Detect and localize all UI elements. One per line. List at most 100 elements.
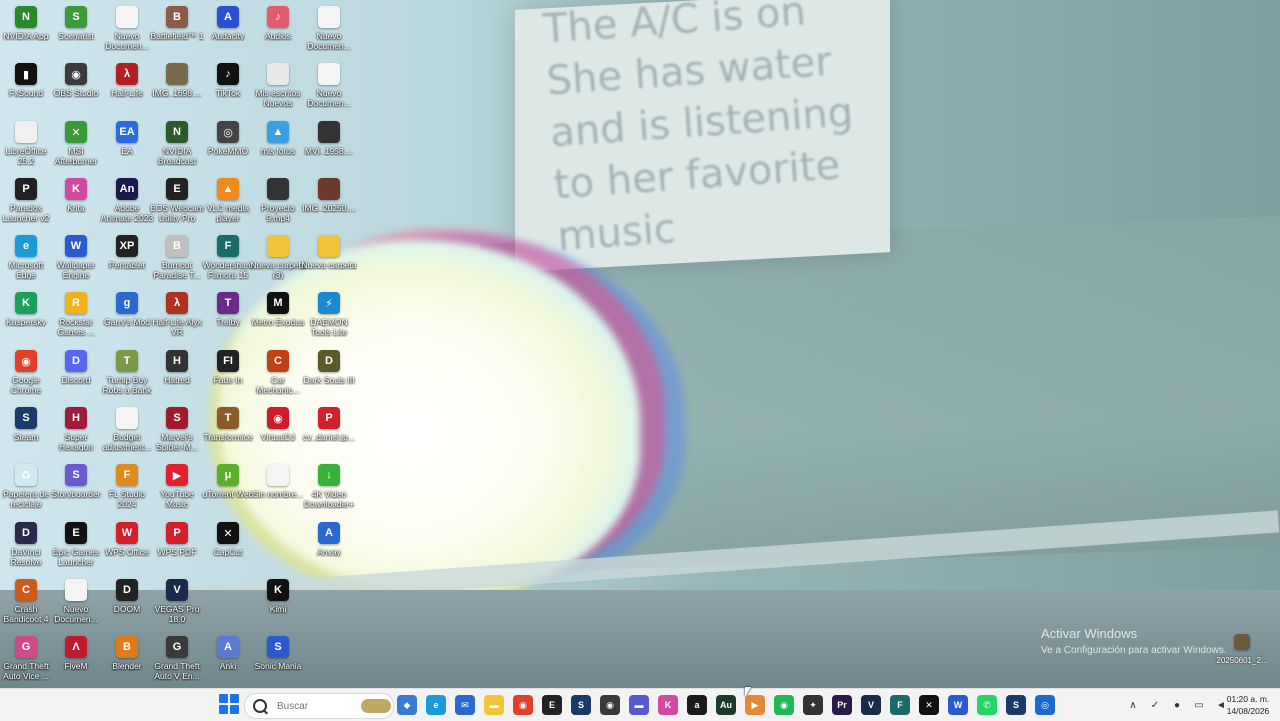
- desktop-icon[interactable]: P Paradox Launcher v2: [0, 174, 52, 230]
- search-input[interactable]: [275, 699, 359, 713]
- desktop-icon[interactable]: ✕ CapCut: [202, 518, 254, 574]
- desktop-icon[interactable]: S Storyboarder: [50, 460, 102, 516]
- capcut-icon[interactable]: ✕: [919, 695, 939, 715]
- desktop-icon[interactable]: ▲ mis fotos: [252, 117, 304, 173]
- globe-icon[interactable]: ◎: [1035, 695, 1055, 715]
- desktop-icon[interactable]: Proyecto 9.mp4: [252, 174, 304, 230]
- audition-icon[interactable]: Au: [716, 695, 736, 715]
- desktop-icon[interactable]: ♪ Audios: [252, 2, 304, 58]
- desktop-icon[interactable]: g Garry's Mod: [101, 288, 153, 344]
- desktop-icon[interactable]: Nuevo Documen...: [303, 2, 355, 58]
- filmora-icon[interactable]: F: [890, 695, 910, 715]
- taskbar-search[interactable]: [244, 693, 394, 719]
- desktop-icon[interactable]: A Audacity: [202, 2, 254, 58]
- desktop-icon[interactable]: N NVIDIA Broadcast: [151, 117, 203, 173]
- desktop-icon[interactable]: ↓ 4K Video Downloader+: [303, 460, 355, 516]
- desktop-icon[interactable]: Mis escritos Nuevos: [252, 59, 304, 115]
- desktop-icon[interactable]: T Transformice: [202, 403, 254, 459]
- desktop-icon[interactable]: B Battlefield™ 1: [151, 2, 203, 58]
- desktop-icon-corner-file[interactable]: 20250601_2...: [1216, 634, 1268, 674]
- media-player-icon[interactable]: ▶: [745, 695, 765, 715]
- alight-icon[interactable]: a: [687, 695, 707, 715]
- taskbar-clock[interactable]: 01:20 a. m. 14/08/2026: [1222, 693, 1274, 717]
- spotify-icon[interactable]: ◉: [774, 695, 794, 715]
- wallpaper-engine-icon[interactable]: W: [948, 695, 968, 715]
- desktop-icon[interactable]: V VEGAS Pro 18.0: [151, 575, 203, 631]
- desktop-icon[interactable]: B Burnout Paradise T...: [151, 231, 203, 287]
- desktop-icon[interactable]: E Epic Games Launcher: [50, 518, 102, 574]
- steam-icon[interactable]: S: [571, 695, 591, 715]
- desktop-icon[interactable]: ♻ Papelera de reciclaje: [0, 460, 52, 516]
- desktop-icon[interactable]: ◉ Google Chrome: [0, 346, 52, 402]
- file-explorer-icon[interactable]: ▬: [484, 695, 504, 715]
- desktop-icon[interactable]: λ Half-Life Alyx VR: [151, 288, 203, 344]
- desktop-icon[interactable]: A Anvay: [303, 518, 355, 574]
- desktop-icon[interactable]: A Anki: [202, 632, 254, 688]
- desktop-icon[interactable]: XP Pentablet: [101, 231, 153, 287]
- desktop-icon[interactable]: Pcv_daniel.jp...: [303, 403, 355, 459]
- desktop-icon[interactable]: W Wallpaper Engine: [50, 231, 102, 287]
- desktop-icon[interactable]: μ uTorrent Web: [202, 460, 254, 516]
- start-button[interactable]: [219, 694, 239, 714]
- desktop-icon[interactable]: Nuevo Documen...: [303, 59, 355, 115]
- desktop-icon[interactable]: ✕ MSI Afterburner: [50, 117, 102, 173]
- desktop-icon[interactable]: C Car Mechanic...: [252, 346, 304, 402]
- desktop-icon[interactable]: F FL Studio 2024: [101, 460, 153, 516]
- microphone-icon[interactable]: ●: [1170, 698, 1184, 712]
- desktop-icon[interactable]: K Krita: [50, 174, 102, 230]
- desktop-icon[interactable]: T Trelby: [202, 288, 254, 344]
- desktop-icon[interactable]: B Blender: [101, 632, 153, 688]
- desktop-icon[interactable]: H Super Hexagon: [50, 403, 102, 459]
- desktop-icon[interactable]: IMG_20250....: [302, 174, 356, 230]
- vegas-icon[interactable]: V: [861, 695, 881, 715]
- desktop-icon[interactable]: ◎ PokeMMO: [202, 117, 254, 173]
- desktop-icon[interactable]: An Adobe Animate 2023: [101, 174, 153, 230]
- desktop-icon[interactable]: N NVIDIA App: [0, 2, 52, 58]
- desktop-icon[interactable]: ◉ OBS Studio: [50, 59, 102, 115]
- desktop-icon[interactable]: K Kaspersky: [0, 288, 52, 344]
- desktop-icon[interactable]: D Dark Souls III: [303, 346, 355, 402]
- cast-icon[interactable]: ▭: [1192, 698, 1206, 712]
- desktop-icon[interactable]: ▲ VLC media player: [202, 174, 254, 230]
- desktop-icon[interactable]: K Kimi: [252, 575, 304, 631]
- desktop-icon[interactable]: Nueva carpeta (3): [250, 231, 306, 287]
- desktop-icon[interactable]: ▮ FxSound: [0, 59, 52, 115]
- desktop-icon[interactable]: D DOOM: [101, 575, 153, 631]
- desktop-icon[interactable]: MVI_1958....: [303, 117, 355, 173]
- desktop-icon[interactable]: P WPS PDF: [151, 518, 203, 574]
- desktop-icon[interactable]: M Metro Exodus: [252, 288, 304, 344]
- desktop-icon[interactable]: R Rockstar Games ...: [50, 288, 102, 344]
- chevron-up-icon[interactable]: ∧: [1126, 698, 1140, 712]
- desktop-icon[interactable]: IMG_1698....: [151, 59, 203, 115]
- desktop-icon[interactable]: Nueva carpeta: [301, 231, 357, 287]
- krita-icon[interactable]: K: [658, 695, 678, 715]
- edge-icon[interactable]: e: [426, 695, 446, 715]
- desktop-icon[interactable]: Budget adjustment...: [101, 403, 153, 459]
- obs-icon[interactable]: ◉: [600, 695, 620, 715]
- desktop-icon[interactable]: W WPS Office: [101, 518, 153, 574]
- desktop-icon[interactable]: C Crash Bandicoot 4: [0, 575, 52, 631]
- desktop-icon[interactable]: Nuevo Documen...: [101, 2, 153, 58]
- desktop-icon[interactable]: Λ FiveM: [50, 632, 102, 688]
- desktop-icon[interactable]: e Microsoft Edge: [0, 231, 52, 287]
- desktop-icon[interactable]: FI Fade In: [202, 346, 254, 402]
- desktop-icon[interactable]: D Discord: [50, 346, 102, 402]
- pentablet-icon[interactable]: ✦: [803, 695, 823, 715]
- desktop-icon[interactable]: S Steam: [0, 403, 52, 459]
- steam-icon[interactable]: S: [1006, 695, 1026, 715]
- desktop-icon[interactable]: G Grand Theft Auto V En...: [151, 632, 203, 688]
- desktop-icon[interactable]: EA EA: [101, 117, 153, 173]
- desktop-icon[interactable]: T Turnip Boy Robs a Bank: [101, 346, 153, 402]
- desktop-icon[interactable]: λ Half-Life: [101, 59, 153, 115]
- desktop-icon[interactable]: F Wondershare Filmora 15: [202, 231, 254, 287]
- premiere-icon[interactable]: Pr: [832, 695, 852, 715]
- epic-games-icon[interactable]: E: [542, 695, 562, 715]
- capcut-icon[interactable]: ▬: [629, 695, 649, 715]
- desktop-icon[interactable]: ◉ VirtualDJ: [252, 403, 304, 459]
- desktop-icon[interactable]: G Grand Theft Auto Vice ...: [0, 632, 52, 688]
- desktop-icon[interactable]: Sin nombre...: [252, 460, 304, 516]
- copilot-icon[interactable]: ◆: [397, 695, 417, 715]
- mail-icon[interactable]: ✉: [455, 695, 475, 715]
- desktop-icon[interactable]: LibreOffice 25.2: [0, 117, 52, 173]
- antivirus-icon[interactable]: ✓: [1148, 698, 1162, 712]
